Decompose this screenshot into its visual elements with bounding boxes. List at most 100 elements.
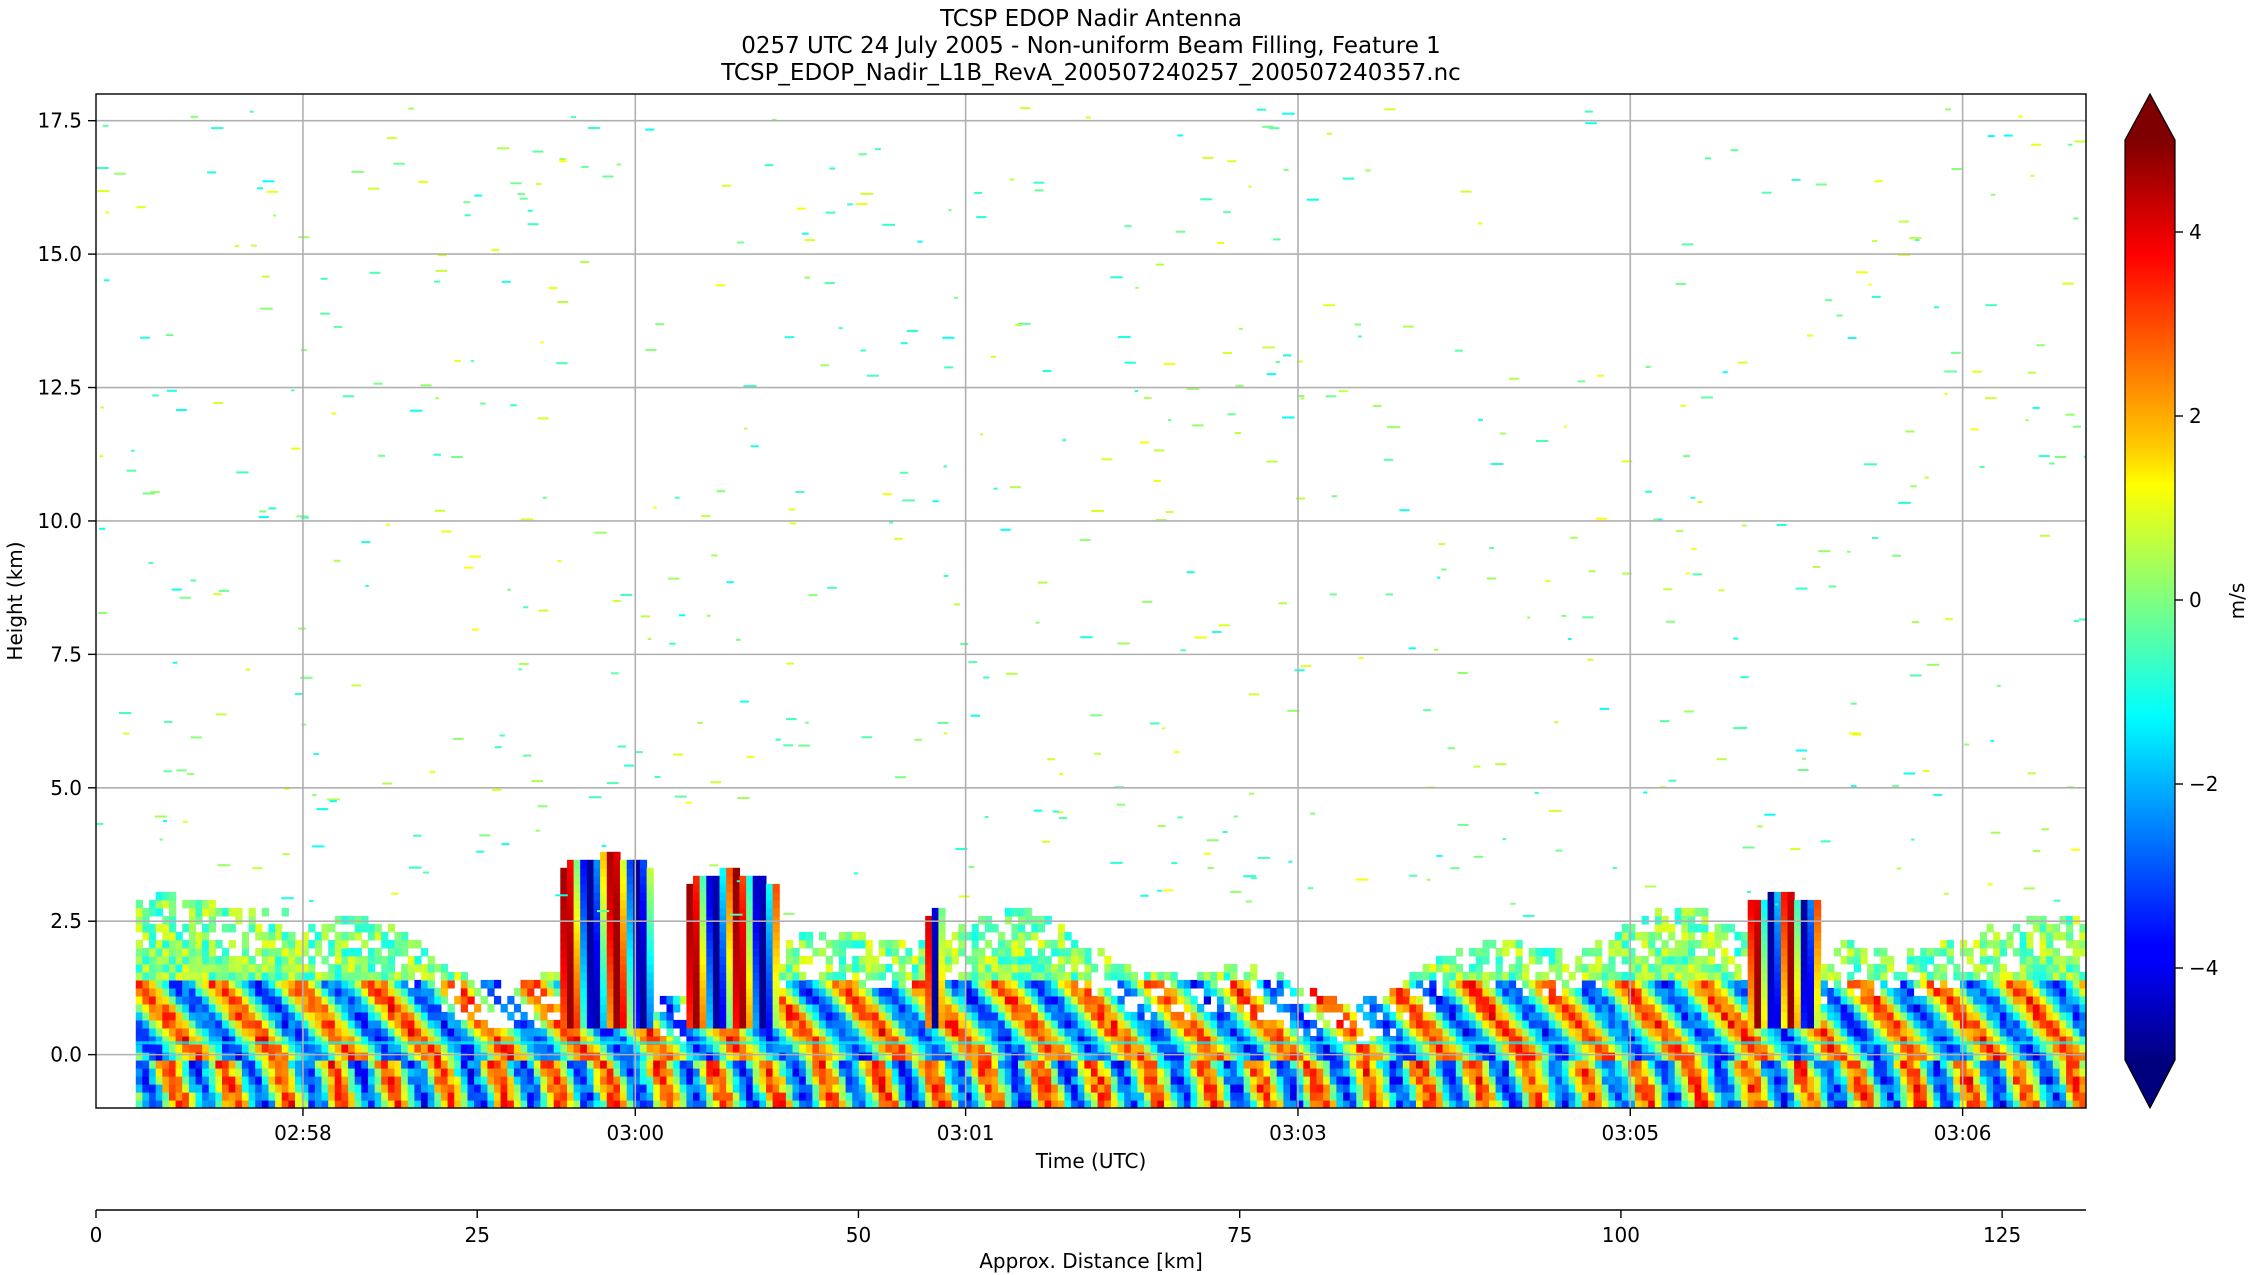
echo-cell	[1270, 1019, 1278, 1029]
echo-cell	[182, 971, 190, 981]
echo-cell	[938, 995, 946, 1005]
echo-cell	[1648, 1092, 1656, 1101]
echo-cell	[1754, 1060, 1762, 1069]
echo-cell	[1422, 1068, 1430, 1077]
echo-cell	[1502, 995, 1510, 1005]
echo-cell	[175, 1068, 183, 1077]
echo-cell	[991, 1052, 999, 1061]
echo-cell	[825, 1052, 833, 1061]
echo-cell	[202, 1011, 210, 1021]
echo-cell	[1668, 995, 1676, 1005]
echo-cell	[726, 1076, 734, 1085]
echo-cell	[1336, 1044, 1344, 1053]
echo-cell	[195, 915, 203, 925]
echo-cell	[653, 1011, 661, 1021]
echo-cell	[1641, 1003, 1649, 1013]
echo-cell	[1581, 947, 1590, 957]
echo-cell	[872, 1084, 880, 1093]
echo-cell	[918, 1084, 926, 1093]
echo-cell	[374, 1092, 382, 1101]
echo-cell	[1369, 995, 1377, 1005]
echo-cell	[368, 1003, 376, 1013]
echo-cell	[779, 1003, 787, 1013]
echo-cell	[1011, 907, 1019, 917]
echo-cell	[1701, 1044, 1709, 1053]
echo-cell	[1628, 923, 1636, 933]
echo-cell	[401, 1052, 409, 1061]
echo-cell	[149, 1052, 157, 1061]
echo-cell	[726, 971, 734, 981]
echo-cell	[812, 1003, 820, 1013]
echo-cell	[215, 1044, 223, 1053]
echo-cell	[1741, 1092, 1749, 1101]
echo-cell	[1157, 1060, 1165, 1069]
echo-cell	[931, 1060, 939, 1069]
echo-cell	[235, 971, 243, 981]
echo-cell	[706, 1044, 714, 1053]
echo-cell	[241, 995, 250, 1005]
echo-cell	[1442, 1092, 1450, 1101]
echo-cell	[560, 955, 568, 965]
echo-cell	[931, 939, 939, 949]
echo-cell	[467, 1068, 475, 1077]
echo-cell	[1336, 1003, 1344, 1013]
echo-cell	[885, 963, 893, 973]
echo-cell	[1044, 1003, 1052, 1013]
echo-cell	[646, 883, 654, 893]
echo-cell	[295, 1060, 303, 1069]
echo-cell	[1217, 1060, 1225, 1069]
echo-cell	[1077, 1060, 1085, 1069]
echo-cell	[1217, 987, 1225, 997]
echo-cell	[248, 907, 256, 917]
echo-cell	[1104, 971, 1112, 981]
echo-cell	[1203, 1084, 1211, 1093]
echo-cell	[1382, 1019, 1391, 1029]
echo-cell	[295, 1068, 303, 1077]
echo-cell	[421, 971, 429, 981]
echo-cell	[1442, 1060, 1450, 1069]
echo-cell	[374, 1060, 382, 1069]
echo-cell	[169, 907, 177, 917]
echo-cell	[1581, 1003, 1590, 1013]
echo-cell	[1157, 1019, 1165, 1029]
echo-cell	[752, 1052, 760, 1061]
echo-cell	[1634, 987, 1643, 997]
echo-cell	[580, 1084, 588, 1093]
echo-cell	[792, 1003, 800, 1013]
echo-cell	[202, 1068, 210, 1077]
echo-cell	[819, 1044, 827, 1053]
echo-cell	[1674, 947, 1682, 957]
echo-cell	[925, 923, 933, 933]
echo-cell	[1004, 971, 1012, 981]
echo-cell	[1343, 1084, 1351, 1093]
echo-cell	[560, 899, 568, 909]
echo-cell	[1104, 955, 1112, 965]
echo-cell	[1323, 1027, 1331, 1037]
echo-cell	[1674, 971, 1682, 981]
echo-cell	[215, 939, 223, 949]
echo-cell	[560, 1052, 568, 1061]
echo-cell	[1455, 963, 1463, 973]
echo-cell	[852, 1084, 860, 1093]
echo-cell	[421, 995, 429, 1005]
echo-cell	[580, 1019, 588, 1029]
echo-cell	[686, 971, 694, 981]
echo-cell	[480, 1076, 488, 1085]
echo-cell	[613, 851, 621, 861]
echo-cell	[1110, 1092, 1119, 1101]
echo-cell	[1575, 1003, 1583, 1013]
echo-cell	[135, 947, 143, 957]
echo-cell	[1455, 1003, 1463, 1013]
echo-cell	[361, 1052, 369, 1061]
echo-cell	[1608, 939, 1616, 949]
echo-cell	[195, 931, 203, 941]
echo-cell	[1303, 1052, 1311, 1061]
echo-cell	[1562, 1060, 1570, 1069]
echo-cell	[135, 1011, 143, 1021]
echo-cell	[573, 987, 581, 997]
echo-cell	[712, 1011, 721, 1021]
echo-cell	[235, 987, 243, 997]
echo-cell	[348, 1052, 356, 1061]
echo-cell	[321, 1052, 329, 1061]
echo-cell	[712, 891, 721, 901]
